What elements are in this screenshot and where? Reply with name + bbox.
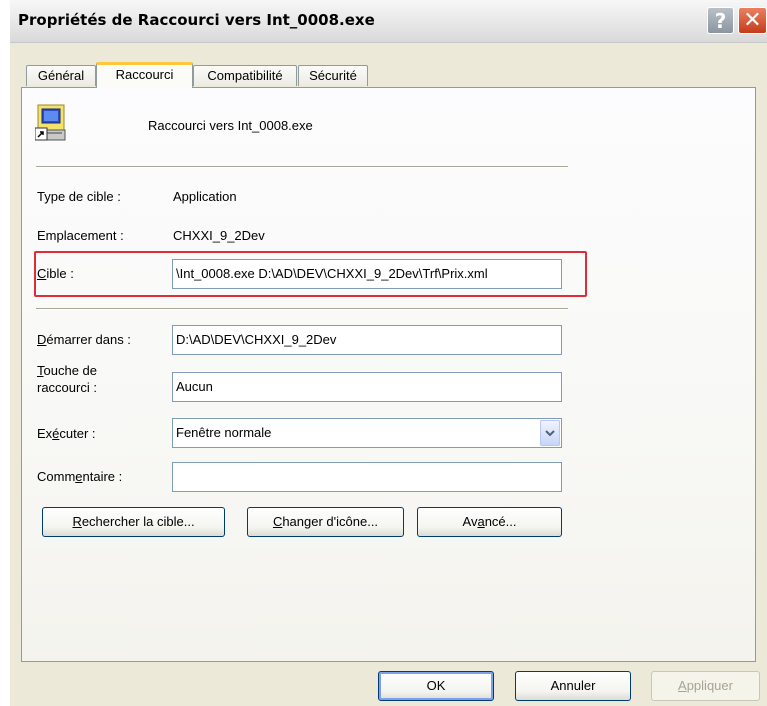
window-title: Propriétés de Raccourci vers Int_0008.ex… (18, 11, 375, 29)
target-field[interactable]: \Int_0008.exe D:\AD\DEV\CHXXI_9_2Dev\Trf… (172, 259, 562, 289)
chevron-down-icon[interactable] (540, 420, 560, 446)
target-type-label: Type de cible : (37, 189, 121, 204)
change-icon-button[interactable]: Changer d'icône... (247, 507, 404, 537)
help-icon: ? (714, 8, 727, 33)
run-label: Exécuter : (37, 426, 96, 441)
tab-compatibility[interactable]: Compatibilité (193, 65, 297, 86)
properties-dialog: Général Raccourci Compatibilité Sécurité… (10, 43, 767, 706)
location-value: CHXXI_9_2Dev (173, 228, 265, 243)
advanced-button[interactable]: Avancé... (417, 507, 562, 537)
cancel-button[interactable]: Annuler (515, 671, 631, 701)
help-button[interactable]: ? (707, 7, 734, 34)
divider (36, 308, 568, 310)
ok-button[interactable]: OK (378, 671, 494, 701)
shortcut-key-field[interactable]: Aucun (172, 372, 562, 402)
target-type-value: Application (173, 189, 237, 204)
start-in-field[interactable]: D:\AD\DEV\CHXXI_9_2Dev (172, 325, 562, 355)
location-label: Emplacement : (37, 228, 124, 243)
shortcut-name: Raccourci vers Int_0008.exe (148, 118, 313, 133)
apply-button[interactable]: Appliquer (651, 671, 760, 701)
tab-shortcut[interactable]: Raccourci (96, 62, 193, 88)
run-select-value: Fenêtre normale (176, 425, 272, 440)
comment-label: Commentaire : (37, 469, 123, 484)
close-button[interactable]: ✕ (738, 7, 767, 34)
shortcut-tab-panel: Raccourci vers Int_0008.exe Type de cibl… (21, 87, 756, 662)
title-bar[interactable]: Propriétés de Raccourci vers Int_0008.ex… (10, 0, 767, 43)
tab-security[interactable]: Sécurité (298, 65, 368, 86)
comment-field[interactable] (172, 462, 562, 492)
close-icon: ✕ (743, 8, 762, 33)
start-in-label: Démarrer dans : (37, 332, 131, 347)
shortcut-key-label: Touche de (37, 363, 97, 378)
divider (36, 166, 568, 168)
target-label: Cible : (37, 266, 74, 281)
exe-shortcut-icon (34, 104, 69, 144)
run-select[interactable]: Fenêtre normale (172, 418, 562, 448)
shortcut-key-label-line2: raccourci : (37, 380, 97, 395)
find-target-button[interactable]: Rechercher la cible... (42, 507, 225, 537)
tab-general[interactable]: Général (26, 65, 96, 86)
